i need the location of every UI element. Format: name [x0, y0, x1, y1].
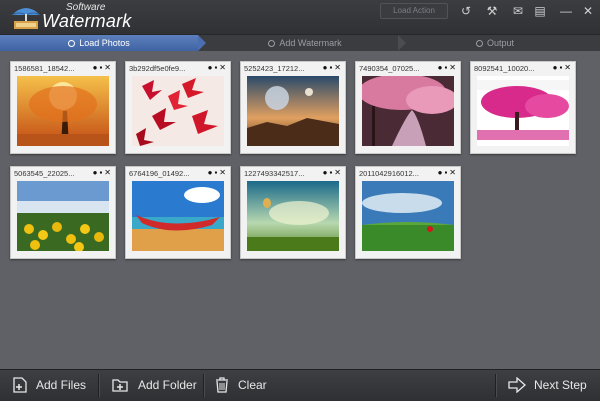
photo-thumbnail [17, 181, 109, 251]
toolbar-divider [98, 374, 100, 397]
card-actions: ●▪✕ [208, 63, 228, 72]
step-bar: Load Photos Add Watermark Output [0, 35, 600, 51]
remove-icon[interactable]: ✕ [219, 63, 228, 72]
step-load-photos[interactable]: Load Photos [0, 35, 198, 51]
remove-icon[interactable]: ✕ [104, 168, 113, 177]
photo-grid: 1586581_18542... ●▪✕ 3b292df5e0fe9... ●▪… [0, 51, 600, 369]
minimize-icon[interactable]: — [558, 3, 574, 19]
remove-icon[interactable]: ✕ [449, 63, 458, 72]
add-file-icon [13, 377, 27, 393]
card-actions: ●▪✕ [323, 63, 343, 72]
step-dot-icon [475, 40, 483, 48]
load-action-button[interactable]: Load Action [380, 3, 448, 19]
step-chevron [198, 35, 206, 51]
photo-filename: 8092541_10020... [474, 64, 535, 73]
step-dot-icon [68, 40, 76, 48]
photo-card[interactable]: 6764196_01492... ●▪✕ [125, 166, 231, 259]
photo-filename: 5063545_22025... [14, 169, 75, 178]
remove-icon[interactable]: ✕ [219, 168, 228, 177]
photo-thumbnail [247, 76, 339, 146]
add-folder-icon [112, 379, 128, 392]
photo-filename: 1586581_18542... [14, 64, 75, 73]
photo-card[interactable]: 3b292df5e0fe9... ●▪✕ [125, 61, 231, 154]
card-actions: ●▪✕ [438, 168, 458, 177]
bottom-toolbar: Add Files Add Folder Clear Next Step [0, 369, 600, 401]
photo-filename: 6764196_01492... [129, 169, 190, 178]
photo-filename: 1227493342517... [244, 169, 305, 178]
step-add-watermark[interactable]: Add Watermark [210, 35, 400, 51]
photo-thumbnail [17, 76, 109, 146]
card-actions: ●▪✕ [553, 63, 573, 72]
title-bar: Software Watermark Load Action ↺ ⚒ ✉ ▤ —… [0, 0, 600, 35]
step-label: Add Watermark [279, 38, 342, 48]
step-output[interactable]: Output [410, 35, 580, 51]
photo-thumbnail [132, 181, 224, 251]
add-files-button[interactable]: Add Files [36, 370, 86, 401]
register-icon[interactable]: ▤ [532, 3, 548, 19]
photo-thumbnail [247, 181, 339, 251]
photo-filename: 7490354_07025... [359, 64, 420, 73]
remove-icon[interactable]: ✕ [334, 63, 343, 72]
photo-thumbnail [362, 181, 454, 251]
remove-icon[interactable]: ✕ [334, 168, 343, 177]
toolbar-divider [495, 374, 497, 397]
card-actions: ●▪✕ [93, 63, 113, 72]
step-label: Load Photos [79, 38, 130, 48]
photo-thumbnail [362, 76, 454, 146]
add-folder-button[interactable]: Add Folder [138, 370, 197, 401]
next-step-button[interactable]: Next Step [534, 370, 587, 401]
remove-icon[interactable]: ✕ [104, 63, 113, 72]
card-actions: ●▪✕ [438, 63, 458, 72]
clear-button[interactable]: Clear [238, 370, 267, 401]
photo-card[interactable]: 7490354_07025... ●▪✕ [355, 61, 461, 154]
photo-filename: 3b292df5e0fe9... [129, 64, 186, 73]
card-actions: ●▪✕ [323, 168, 343, 177]
photo-card[interactable]: 1227493342517... ●▪✕ [240, 166, 346, 259]
step-label: Output [486, 38, 515, 48]
step-dot-icon [268, 40, 276, 48]
app-title: Watermark [42, 11, 132, 31]
remove-icon[interactable]: ✕ [449, 168, 458, 177]
photo-card[interactable]: 8092541_10020... ●▪✕ [470, 61, 576, 154]
photo-card[interactable]: 5063545_22025... ●▪✕ [10, 166, 116, 259]
trash-icon [216, 377, 228, 393]
undo-icon[interactable]: ↺ [458, 3, 474, 19]
photo-filename: 2011042916012... [359, 169, 419, 178]
photo-card[interactable]: 5252423_17212... ●▪✕ [240, 61, 346, 154]
photo-card[interactable]: 2011042916012... ●▪✕ [355, 166, 461, 259]
message-icon[interactable]: ✉ [510, 3, 526, 19]
tools-icon[interactable]: ⚒ [484, 3, 500, 19]
photo-thumbnail [132, 76, 224, 146]
card-actions: ●▪✕ [93, 168, 113, 177]
photo-thumbnail [477, 76, 569, 146]
card-actions: ●▪✕ [208, 168, 228, 177]
next-arrow-icon [508, 377, 526, 393]
photo-card[interactable]: 1586581_18542... ●▪✕ [10, 61, 116, 154]
remove-icon[interactable]: ✕ [564, 63, 573, 72]
step-chevron [398, 35, 406, 51]
close-icon[interactable]: ✕ [580, 3, 596, 19]
toolbar-divider [203, 374, 205, 397]
photo-filename: 5252423_17212... [244, 64, 305, 73]
umbrella-logo-icon [11, 8, 41, 29]
